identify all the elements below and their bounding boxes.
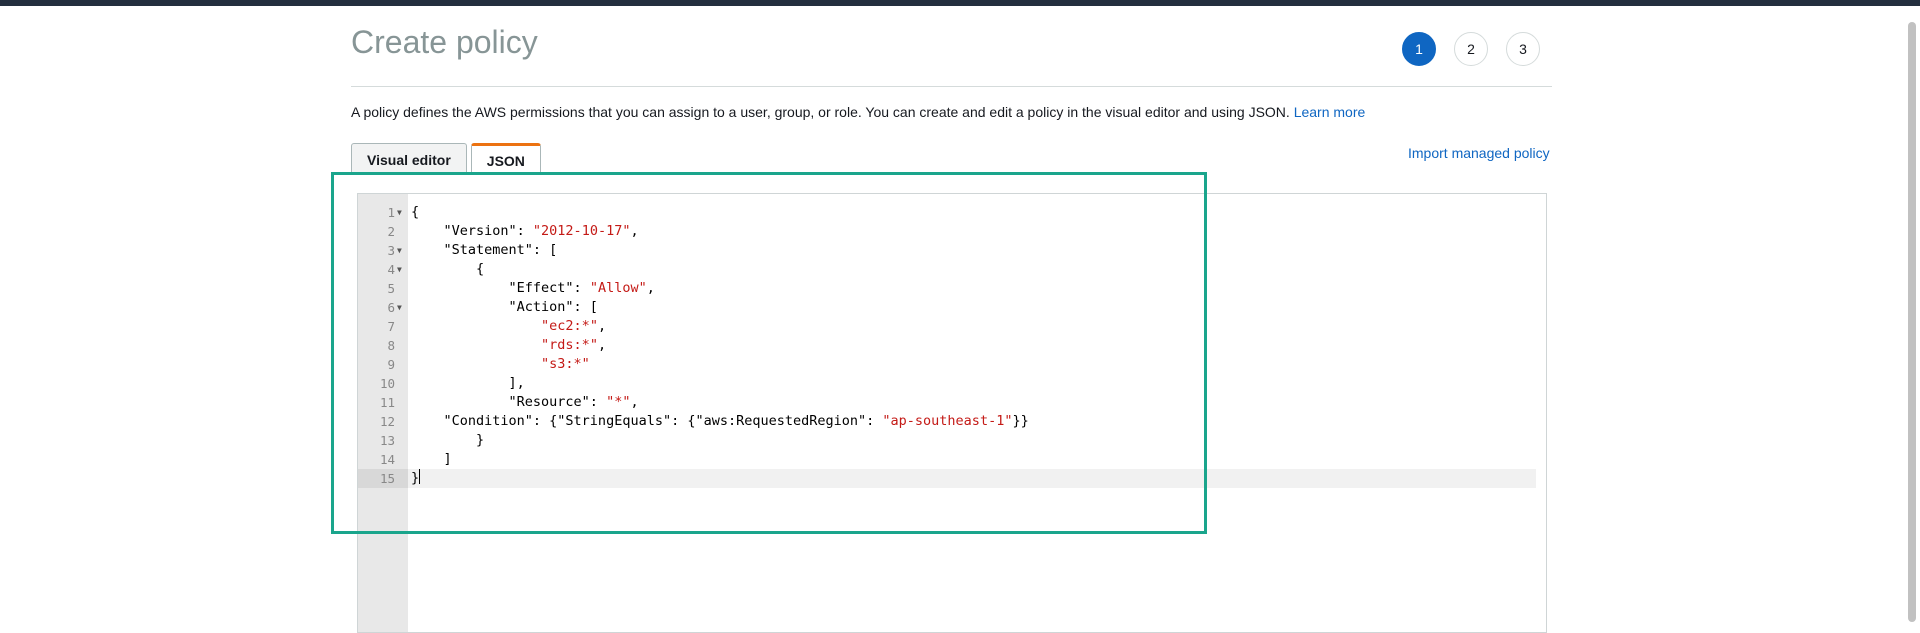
- line-number: 11: [379, 395, 395, 410]
- line-number: 4: [387, 262, 395, 277]
- text-cursor: [419, 469, 421, 484]
- editor-tabs: Visual editor JSON: [351, 143, 541, 175]
- fold-toggle-icon[interactable]: ▼: [397, 203, 407, 222]
- code-line: 12 "Condition": {"StringEquals": {"aws:R…: [358, 412, 1546, 431]
- line-number: 10: [379, 376, 395, 391]
- page-scrollbar[interactable]: [1908, 22, 1916, 622]
- code-line: 6 ▼ "Action": [: [358, 298, 1546, 317]
- code-line: 13 }: [358, 431, 1546, 450]
- code-line: 10 ],: [358, 374, 1546, 393]
- line-number: 1: [387, 205, 395, 220]
- code-line-current: 15 }: [358, 469, 1546, 488]
- code-line: 7 "ec2:*",: [358, 317, 1546, 336]
- step-2-indicator[interactable]: 2: [1454, 32, 1488, 66]
- learn-more-link[interactable]: Learn more: [1294, 104, 1366, 120]
- fold-toggle-icon[interactable]: ▼: [397, 241, 407, 260]
- line-number: 15: [379, 471, 395, 486]
- line-number: 13: [379, 433, 395, 448]
- code-line: 5 "Effect": "Allow",: [358, 279, 1546, 298]
- top-nav-bar: [0, 0, 1920, 6]
- line-number: 2: [387, 224, 395, 239]
- code-line: 1 ▼ {: [358, 203, 1546, 222]
- fold-toggle-icon[interactable]: ▼: [397, 260, 407, 279]
- fold-toggle-icon[interactable]: ▼: [397, 298, 407, 317]
- code-line: 3 ▼ "Statement": [: [358, 241, 1546, 260]
- line-number: 5: [387, 281, 395, 296]
- line-number: 12: [379, 414, 395, 429]
- import-managed-policy-link[interactable]: Import managed policy: [1408, 145, 1550, 161]
- code-line: 11 "Resource": "*",: [358, 393, 1546, 412]
- line-number: 3: [387, 243, 395, 258]
- code-line: 8 "rds:*",: [358, 336, 1546, 355]
- code-area[interactable]: 1 ▼ { 2 "Version": "2012-10-17", 3 ▼ "St…: [358, 203, 1546, 488]
- header-divider: [351, 86, 1552, 87]
- line-number: 7: [387, 319, 395, 334]
- step-1-indicator[interactable]: 1: [1402, 32, 1436, 66]
- json-code-editor[interactable]: 1 ▼ { 2 "Version": "2012-10-17", 3 ▼ "St…: [357, 193, 1547, 633]
- line-number: 6: [387, 300, 395, 315]
- line-number: 9: [387, 357, 395, 372]
- tab-json[interactable]: JSON: [470, 143, 541, 175]
- page-title: Create policy: [351, 24, 538, 60]
- code-line: 4 ▼ {: [358, 260, 1546, 279]
- step-3-indicator[interactable]: 3: [1506, 32, 1540, 66]
- code-line: 2 "Version": "2012-10-17",: [358, 222, 1546, 241]
- line-number: 14: [379, 452, 395, 467]
- tab-visual-editor[interactable]: Visual editor: [351, 143, 467, 175]
- policy-description: A policy defines the AWS permissions tha…: [351, 104, 1365, 120]
- line-number: 8: [387, 338, 395, 353]
- description-text: A policy defines the AWS permissions tha…: [351, 104, 1290, 120]
- code-line: 14 ]: [358, 450, 1546, 469]
- code-line: 9 "s3:*": [358, 355, 1546, 374]
- wizard-steps: 1 2 3: [1402, 32, 1540, 66]
